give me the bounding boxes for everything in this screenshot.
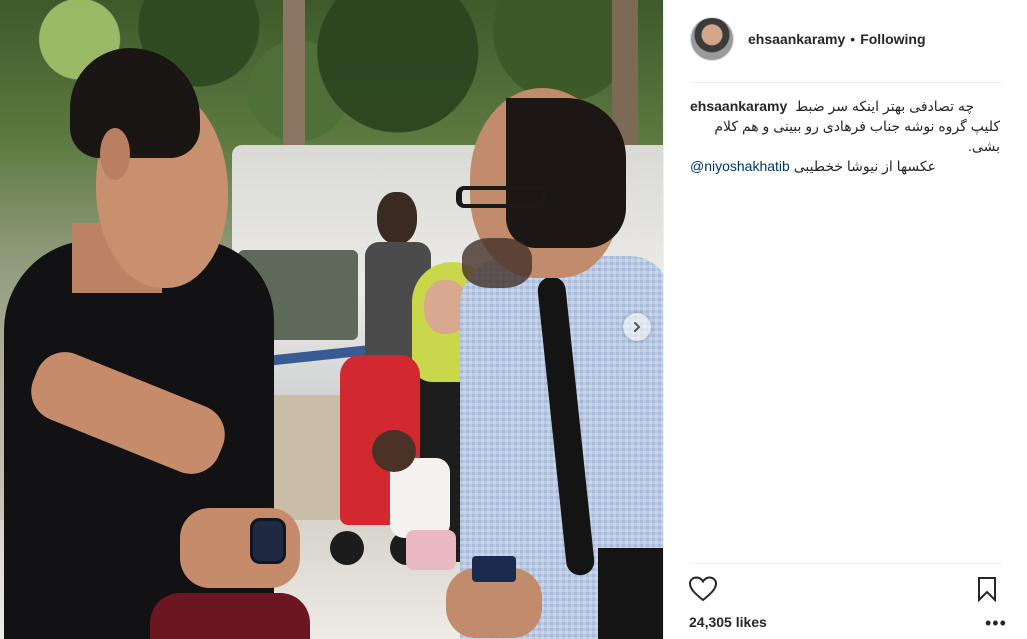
separator-dot: • <box>850 31 856 47</box>
actions-divider <box>690 563 1002 564</box>
avatar[interactable] <box>690 17 734 61</box>
likes-count[interactable]: 24,305 likes <box>689 614 767 630</box>
watch <box>250 518 286 564</box>
phone <box>472 556 516 582</box>
next-photo-button[interactable] <box>623 313 651 341</box>
post-header: ehsaankaramy • Following <box>690 16 1010 62</box>
caption-username[interactable]: ehsaankaramy <box>690 98 787 114</box>
post-actions <box>689 574 1001 606</box>
following-button[interactable]: Following <box>860 31 925 47</box>
more-options-button[interactable]: ••• <box>985 614 1007 632</box>
post-photo[interactable] <box>0 0 663 639</box>
post-sidebar: ehsaankaramy • Following ehsaankaramy چه… <box>663 0 1027 639</box>
mention-link[interactable]: @niyoshakhatib <box>690 158 790 174</box>
heart-icon[interactable] <box>689 576 717 602</box>
chevron-right-icon <box>634 322 641 332</box>
header-divider <box>690 82 1002 83</box>
caption-line: چه تصادفی بهتر اینکه سر ضبط <box>795 98 975 114</box>
caption: ehsaankaramy چه تصادفی بهتر اینکه سر ضبط… <box>690 96 1000 176</box>
left-person <box>0 48 330 639</box>
bookmark-icon[interactable] <box>977 576 997 602</box>
caption-line: عکسها از نیوشا خخطیبی <box>793 158 936 174</box>
glasses <box>456 186 546 208</box>
caption-line: کلیپ گروه نوشه جناب فرهادی رو ببینی و هم… <box>714 118 1000 134</box>
right-person <box>440 88 663 639</box>
header-username[interactable]: ehsaankaramy <box>748 31 845 47</box>
caption-line: بشی. <box>968 138 1000 154</box>
